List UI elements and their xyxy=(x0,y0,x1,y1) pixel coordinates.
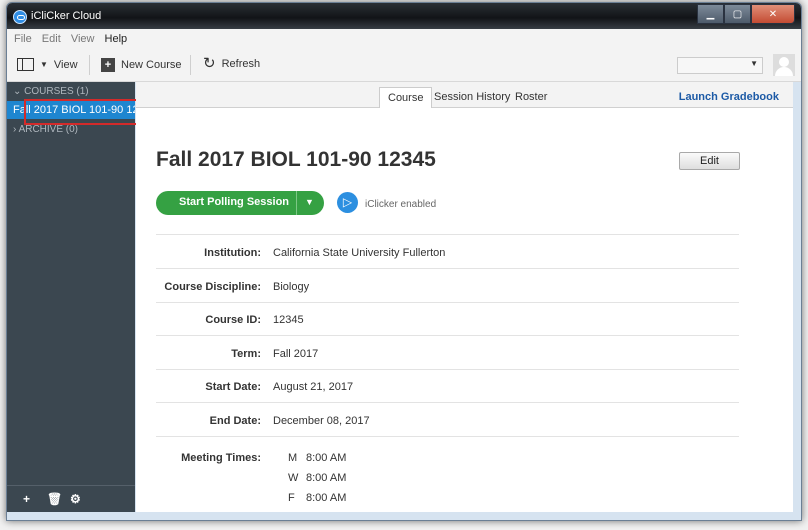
button-divider xyxy=(296,191,297,215)
title-bar[interactable]: iCliCker Cloud ▁ ▢ ✕ xyxy=(7,3,801,30)
new-course-label: New Course xyxy=(121,59,182,71)
tab-course[interactable]: Course xyxy=(379,87,433,109)
field-label: Course Discipline: xyxy=(164,281,261,293)
field-label: Meeting Times: xyxy=(181,452,261,464)
field-label: End Date: xyxy=(209,415,261,427)
add-icon[interactable]: + xyxy=(23,492,30,506)
sidebar-footer: + 🗑 ⚙ xyxy=(7,485,135,512)
field-row-discipline: Course Discipline: Biology xyxy=(156,269,739,303)
menu-view[interactable]: View xyxy=(71,33,95,45)
account-dropdown[interactable]: ▼ xyxy=(677,57,763,74)
course-detail-panel: Fall 2017 BIOL 101-90 12345 Edit Start P… xyxy=(136,108,793,512)
iclicker-app-icon xyxy=(13,10,27,24)
window-title: iCliCker Cloud xyxy=(31,10,102,22)
field-row-institution: Institution: California State University… xyxy=(156,235,739,269)
field-row-course-id: Course ID: 12345 xyxy=(156,302,739,336)
field-value: 12345 xyxy=(273,314,304,326)
meeting-time: 8:00 AM xyxy=(306,452,347,464)
toolbar: ▼ View + New Course ↻ Refresh ▼ xyxy=(7,49,801,82)
field-row-start-date: Start Date: August 21, 2017 xyxy=(156,369,739,403)
field-value: Fall 2017 xyxy=(273,348,319,360)
refresh-button[interactable]: ↻ Refresh xyxy=(203,55,261,72)
refresh-icon: ↻ xyxy=(203,55,216,72)
archive-header[interactable]: › ARCHIVE (0) xyxy=(13,124,78,135)
meeting-day: M xyxy=(288,452,298,464)
meeting-day: W xyxy=(288,472,299,484)
menu-help[interactable]: Help xyxy=(105,33,128,45)
field-label: Course ID: xyxy=(205,314,261,326)
gear-icon[interactable]: ⚙ xyxy=(70,492,81,506)
close-button[interactable]: ✕ xyxy=(751,4,795,24)
menu-bar: File Edit View Help xyxy=(7,29,801,49)
field-value: Biology xyxy=(273,281,310,293)
view-button[interactable]: ▼ View xyxy=(17,58,78,71)
field-label: Institution: xyxy=(204,247,261,259)
courses-header[interactable]: ⌄ COURSES (1) xyxy=(13,86,89,97)
trash-icon[interactable]: 🗑 xyxy=(47,492,62,506)
edit-button[interactable]: Edit xyxy=(679,152,740,170)
start-polling-button[interactable]: Start Polling Session ▼ xyxy=(156,191,324,215)
tab-roster[interactable]: Roster xyxy=(507,87,555,107)
field-value: December 08, 2017 xyxy=(273,415,370,427)
field-value: August 21, 2017 xyxy=(273,381,354,393)
view-layout-icon xyxy=(17,58,34,71)
field-row-term: Term: Fall 2017 xyxy=(156,336,739,370)
chevron-down-icon: ▼ xyxy=(750,59,758,68)
meeting-day: F xyxy=(288,492,295,504)
menu-edit[interactable]: Edit xyxy=(42,33,61,45)
field-label: Term: xyxy=(231,348,261,360)
field-row-end-date: End Date: December 08, 2017 xyxy=(156,403,739,437)
view-label: View xyxy=(53,58,78,71)
meeting-time: 8:00 AM xyxy=(306,472,347,484)
maximize-button[interactable]: ▢ xyxy=(724,4,751,24)
tab-bar: Course Session History Roster Launch Gra… xyxy=(136,82,793,109)
field-value: California State University Fullerton xyxy=(273,247,446,259)
new-course-button[interactable]: + New Course xyxy=(101,58,182,72)
highlight-box xyxy=(24,99,150,125)
chevron-down-icon[interactable]: ▼ xyxy=(305,197,314,207)
page-title: Fall 2017 BIOL 101-90 12345 xyxy=(156,148,436,171)
avatar[interactable] xyxy=(773,54,795,76)
chevron-down-icon: ⌄ xyxy=(13,86,25,97)
start-polling-label: Start Polling Session xyxy=(179,196,290,208)
field-label: Start Date: xyxy=(205,381,261,393)
toolbar-separator xyxy=(190,55,191,75)
meeting-time: 8:00 AM xyxy=(306,492,347,504)
new-course-icon: + xyxy=(101,58,115,72)
launch-gradebook-link[interactable]: Launch Gradebook xyxy=(679,91,779,103)
tab-session-history[interactable]: Session History xyxy=(426,87,518,107)
chevron-down-icon: ▼ xyxy=(40,60,48,69)
refresh-label: Refresh xyxy=(221,58,261,70)
minimize-button[interactable]: ▁ xyxy=(697,4,724,24)
sidebar: ⌄ COURSES (1) Fall 2017 BIOL 101-90 1234… xyxy=(7,82,135,512)
iclicker-enabled-icon: ▷ xyxy=(337,192,358,213)
iclicker-enabled-label: iClicker enabled xyxy=(365,199,437,210)
toolbar-separator xyxy=(89,55,90,75)
menu-file[interactable]: File xyxy=(14,33,32,45)
